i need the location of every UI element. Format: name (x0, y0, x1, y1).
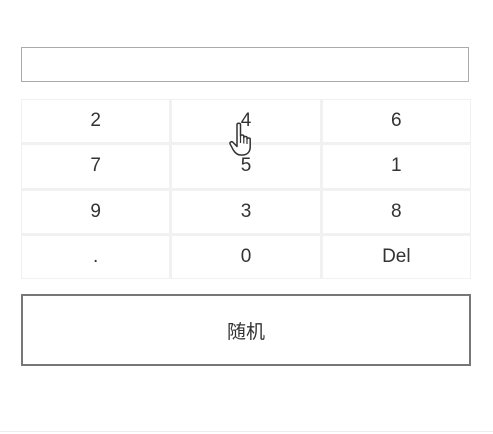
bottom-divider (0, 431, 493, 432)
key-6[interactable]: 6 (322, 100, 470, 143)
key-7[interactable]: 7 (22, 145, 170, 188)
number-display-input[interactable] (21, 47, 469, 82)
key-2[interactable]: 2 (22, 100, 170, 143)
key-9[interactable]: 9 (22, 190, 170, 233)
key-5[interactable]: 5 (172, 145, 320, 188)
key-3[interactable]: 3 (172, 190, 320, 233)
key-0[interactable]: 0 (172, 235, 320, 278)
random-button[interactable]: 随机 (21, 294, 471, 366)
key-1[interactable]: 1 (322, 145, 470, 188)
delete-key[interactable]: Del (322, 235, 470, 278)
number-keypad: 2 4 6 7 5 1 9 3 8 . 0 Del (21, 99, 471, 279)
key-4[interactable]: 4 (172, 100, 320, 143)
key-decimal-point[interactable]: . (22, 235, 170, 278)
key-8[interactable]: 8 (322, 190, 470, 233)
